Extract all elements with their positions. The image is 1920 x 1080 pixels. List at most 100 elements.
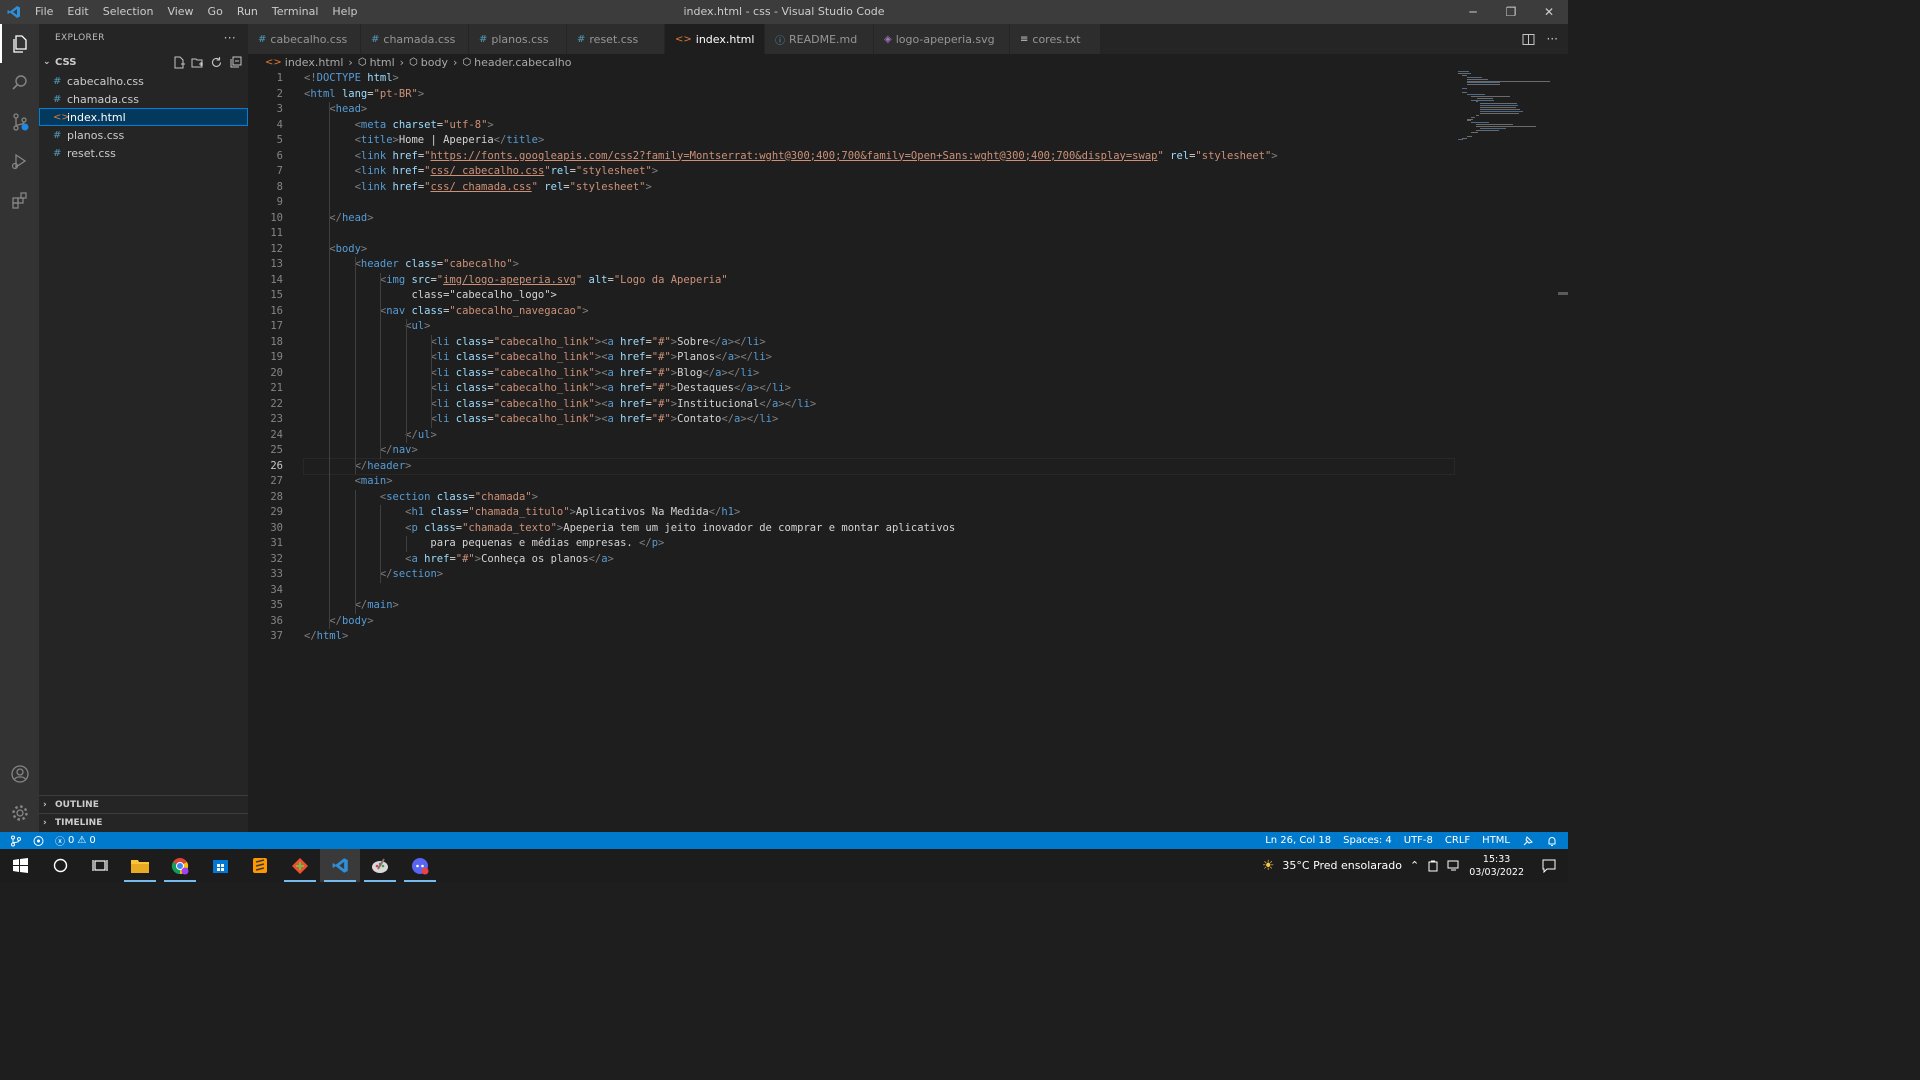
code-line[interactable]: <meta charset="utf-8"> [304,118,1454,134]
refresh-icon[interactable] [210,56,223,69]
tab-planos-css[interactable]: # planos.css [469,24,567,54]
vscode-app-icon[interactable] [320,849,360,882]
more-actions-icon[interactable]: ··· [224,31,236,45]
code-line[interactable]: <img src="img/logo-apeperia.svg" alt="Lo… [304,273,1454,289]
code-line[interactable]: <section class="chamada"> [304,490,1454,506]
file-item-chamada-css[interactable]: # chamada.css [39,90,248,108]
breadcrumb-item[interactable]: header.cabecalho [474,56,571,69]
code-line[interactable]: <li class="cabecalho_link"><a href="#">I… [304,397,1454,413]
tab-cabecalho-css[interactable]: # cabecalho.css [248,24,361,54]
windows-start-icon[interactable] [0,849,40,882]
menu-file[interactable]: File [28,0,60,24]
code-line[interactable]: </header> [303,457,1455,475]
breadcrumb-item[interactable]: index.html [285,56,344,69]
code-line[interactable]: <li class="cabecalho_link"><a href="#">C… [304,412,1454,428]
tab-cores-txt[interactable]: ≡ cores.txt [1010,24,1101,54]
git-app-icon[interactable] [280,849,320,882]
notification-center-icon[interactable] [1542,859,1556,873]
more-actions-icon[interactable]: ··· [1547,32,1558,46]
code-line[interactable]: </body> [304,614,1454,630]
close-window-button[interactable]: ✕ [1530,0,1568,24]
cursor-position[interactable]: Ln 26, Col 18 [1265,835,1331,846]
code-line[interactable]: </section> [304,567,1454,583]
code-line[interactable]: <ul> [304,319,1454,335]
breadcrumb-item[interactable]: html [370,56,395,69]
weather-text[interactable]: 35°C Pred ensolarado [1282,859,1402,872]
new-file-icon[interactable] [172,56,185,69]
timeline-section[interactable]: › TIMELINE [39,813,248,831]
code-line[interactable]: <nav class="cabecalho_navegacao"> [304,304,1454,320]
code-line[interactable]: ​ [304,583,1454,599]
problems-indicator[interactable]: ⓧ 0 ⚠ 0 [55,833,96,848]
code-line[interactable]: <head> [304,102,1454,118]
live-share-icon[interactable] [32,835,45,847]
code-line[interactable]: <link href="https://fonts.googleapis.com… [304,149,1454,165]
remote-branch-icon[interactable] [10,835,22,847]
menu-run[interactable]: Run [230,0,265,24]
battery-icon[interactable] [1427,860,1439,872]
notifications-bell-icon[interactable] [1546,835,1558,847]
code-text-area[interactable]: <!DOCTYPE html> <html lang="pt-BR"> <head… [303,71,1455,645]
encoding[interactable]: UTF-8 [1404,835,1433,846]
clock[interactable]: 15:33 03/03/2022 [1469,853,1524,879]
code-line[interactable]: <body> [304,242,1454,258]
split-editor-icon[interactable] [1522,33,1535,46]
run-debug-icon[interactable] [0,141,39,180]
folder-css[interactable]: ⌄ CSS [39,52,248,72]
menu-view[interactable]: View [160,0,200,24]
code-editor[interactable]: 1 2 3 4 5 6 7 8 9 10 11 12 13 14 15 16 17 18 19 20 21 22 23 24 2… [248,71,1568,832]
new-folder-icon[interactable] [191,56,204,69]
menu-edit[interactable]: Edit [60,0,95,24]
end-of-line[interactable]: CRLF [1445,835,1470,846]
search-circle-icon[interactable] [40,849,80,882]
code-line[interactable]: ​ [304,226,1454,242]
menu-selection[interactable]: Selection [96,0,161,24]
menu-terminal[interactable]: Terminal [265,0,326,24]
code-line[interactable]: <header class="cabecalho"> [304,257,1454,273]
network-icon[interactable] [1447,860,1461,872]
code-line[interactable]: <!DOCTYPE html> [304,71,1454,87]
tab-index-html[interactable]: <> index.html ✕ [665,24,774,54]
file-item-cabecalho-css[interactable]: # cabecalho.css [39,72,248,90]
code-line[interactable]: <li class="cabecalho_link"><a href="#">S… [304,335,1454,351]
code-line[interactable]: </main> [304,598,1454,614]
code-line[interactable]: <title>Home | Apeperia</title> [304,133,1454,149]
code-line[interactable]: class="cabecalho_logo"> [304,288,1454,304]
accounts-icon[interactable] [0,754,39,793]
code-line[interactable]: ​ [304,195,1454,211]
scrollbar[interactable] [1558,292,1568,295]
tab-readme-md[interactable]: ⓘ README.md [765,24,874,54]
code-line[interactable]: </ul> [304,428,1454,444]
chevron-up-icon[interactable]: ⌃ [1410,859,1419,872]
collapse-all-icon[interactable] [229,56,242,69]
paint-app-icon[interactable] [360,849,400,882]
manage-gear-icon[interactable] [0,793,39,832]
file-item-index-html[interactable]: <> index.html [39,108,248,126]
code-line[interactable]: <p class="chamada_texto">Apeperia tem um… [304,521,1454,537]
search-icon[interactable] [0,63,39,102]
code-line[interactable]: para pequenas e médias empresas. </p> [304,536,1454,552]
tab-logo-apeperia-svg[interactable]: ◈ logo-apeperia.svg [874,24,1010,54]
file-item-planos-css[interactable]: # planos.css [39,126,248,144]
breadcrumb-item[interactable]: body [421,56,448,69]
file-item-reset-css[interactable]: # reset.css [39,144,248,162]
discord-app-icon[interactable] [400,849,440,882]
code-line[interactable]: </head> [304,211,1454,227]
indentation[interactable]: Spaces: 4 [1343,835,1392,846]
sublime-text-app-icon[interactable] [240,849,280,882]
menu-help[interactable]: Help [325,0,364,24]
feedback-icon[interactable] [1522,835,1534,847]
minimize-button[interactable]: ─ [1454,0,1492,24]
explorer-icon[interactable] [0,24,39,63]
code-line[interactable]: <a href="#">Conheça os planos</a> [304,552,1454,568]
extensions-icon[interactable] [0,180,39,219]
restore-button[interactable]: ❐ [1492,0,1530,24]
minimap[interactable] [1458,71,1558,141]
tab-chamada-css[interactable]: # chamada.css [361,24,469,54]
code-line[interactable]: <li class="cabecalho_link"><a href="#">D… [304,381,1454,397]
language-mode[interactable]: HTML [1482,835,1510,846]
outline-section[interactable]: › OUTLINE [39,795,248,813]
chrome-app-icon[interactable] [160,849,200,882]
source-control-icon[interactable] [0,102,39,141]
weather-sun-icon[interactable]: ☀ [1262,858,1275,874]
